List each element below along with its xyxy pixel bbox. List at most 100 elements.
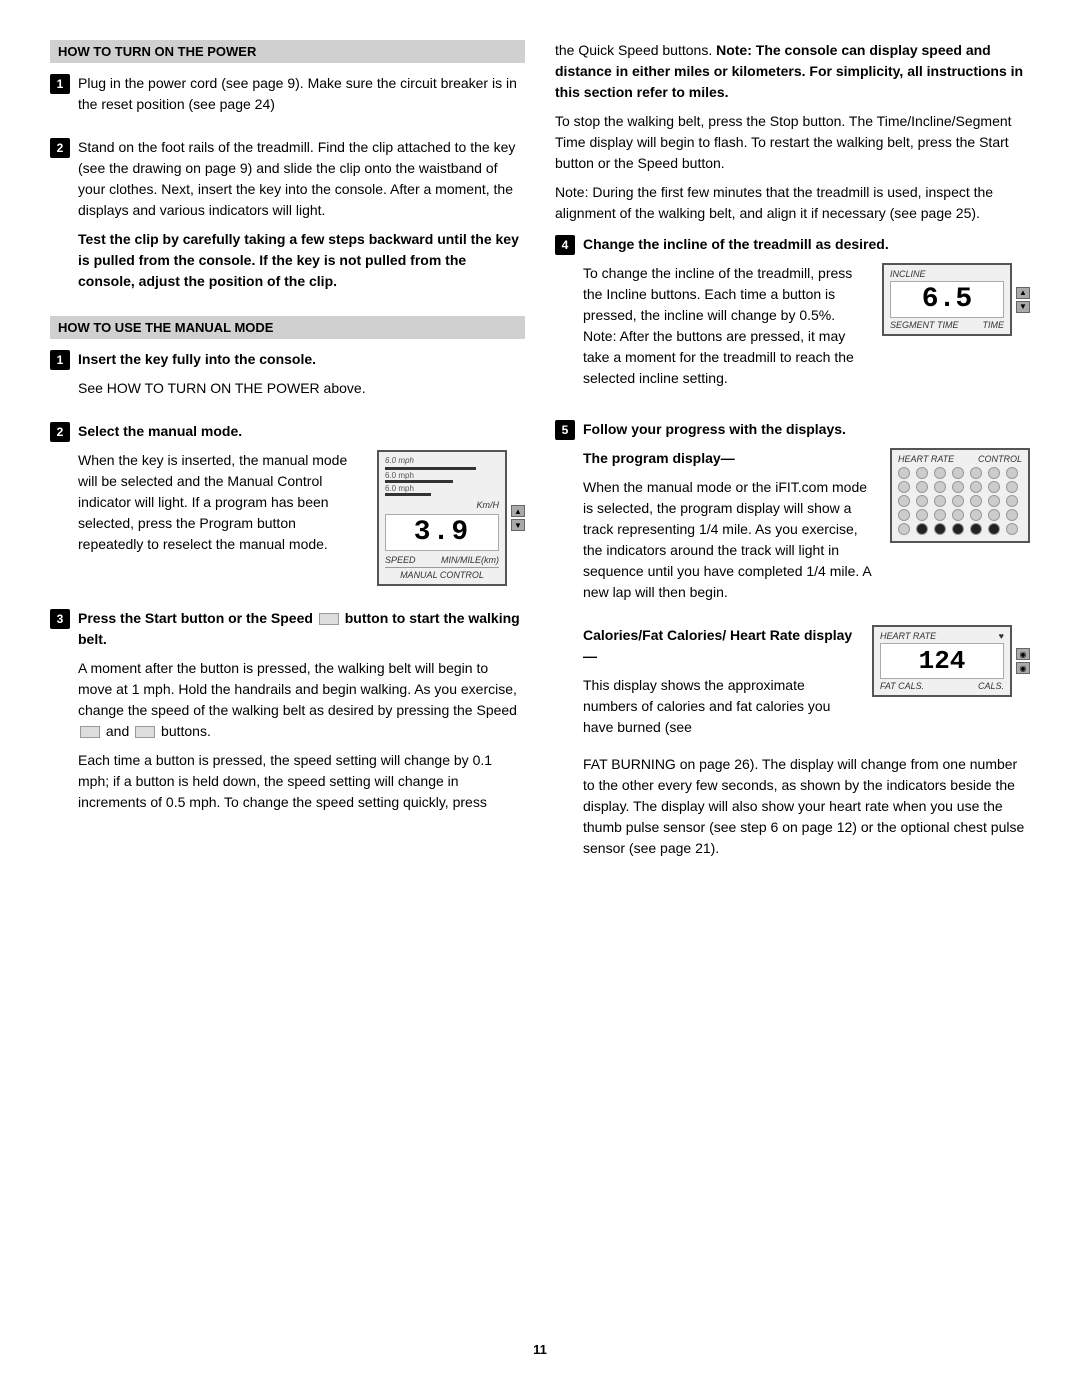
step-4-bold: Change the incline of the treadmill as d… [583,234,1030,255]
dot [916,523,928,535]
calories-display-section: Calories/Fat Calories/ Heart Rate displa… [583,625,1030,859]
dot [916,495,928,507]
speed-display-container: 6.0 mph 6.0 mph 6.0 mph Km/H [377,450,525,586]
dot [970,523,982,535]
dot [934,467,946,479]
hr-btn-1: ◉ [1016,648,1030,660]
step-power-2-content: Stand on the foot rails of the treadmill… [78,137,525,300]
step-manual-1-bold: Insert the key fully into the console. [78,349,525,370]
section-manual-header: HOW TO USE THE MANUAL MODE [50,316,525,339]
dot [970,495,982,507]
dot [898,523,910,535]
section-power: HOW TO TURN ON THE POWER 1 Plug in the p… [50,40,525,300]
speed-value: 3.9 [385,514,499,551]
speed-row-labels: 6.0 mph [385,456,499,465]
hr-btn-2: ◉ [1016,662,1030,674]
calories-text1: This display shows the approximate numbe… [583,675,858,738]
dot [898,481,910,493]
calories-text2: FAT BURNING on page 26). The display wil… [583,754,1030,859]
program-display-section: The program display— When the manual mod… [583,448,1030,611]
step-manual-3: 3 Press the Start button or the Speed bu… [50,608,525,821]
dot [952,523,964,535]
step-manual-num-3: 3 [50,609,70,629]
step-manual-1-text: See HOW TO TURN ON THE POWER above. [78,378,525,399]
dots-row-1 [898,467,1022,479]
dot [1006,495,1018,507]
program-diagram-container: The program display— When the manual mod… [583,448,1030,611]
step-power-1: 1 Plug in the power cord (see page 9). M… [50,73,525,123]
step-4-text: To change the incline of the treadmill, … [583,263,868,397]
dot [934,509,946,521]
hr-value: 124 [880,643,1004,679]
calories-text: Calories/Fat Calories/ Heart Rate displa… [583,625,858,746]
hr-bottom-labels: FAT CALS. CALS. [880,681,1004,691]
dot [952,467,964,479]
speed-bar-label-1: 6.0 mph [385,456,414,465]
dot [916,467,928,479]
step-num-2: 2 [50,138,70,158]
incline-top-label: INCLINE [890,269,1004,279]
dots-row-3 [898,495,1022,507]
program-display-box-container: HEART RATE CONTROL [890,448,1030,543]
calories-diagram-container: Calories/Fat Calories/ Heart Rate displa… [583,625,1030,746]
dot [988,509,1000,521]
speed-display-box: 6.0 mph 6.0 mph 6.0 mph Km/H [377,450,507,586]
step-manual-3-text1: A moment after the button is pressed, th… [78,658,525,742]
dot [952,481,964,493]
page-number: 11 [0,1342,1080,1357]
dot [916,509,928,521]
step-manual-2: 2 Select the manual mode. When the key i… [50,421,525,594]
dots-row-4 [898,509,1022,521]
hr-top-label: HEART RATE ♥ [880,631,1004,641]
hr-display-container: HEART RATE ♥ 124 FAT CALS. CALS. [872,625,1030,697]
step-power-2: 2 Stand on the foot rails of the treadmi… [50,137,525,300]
dot [970,481,982,493]
dot [898,509,910,521]
step-manual-2-bold: Select the manual mode. [78,421,525,442]
dot [1006,481,1018,493]
step-manual-num-2: 2 [50,422,70,442]
dot [898,495,910,507]
hr-label-left: FAT CALS. [880,681,924,691]
dot [934,523,946,535]
dot [934,495,946,507]
dot [970,467,982,479]
dot [916,481,928,493]
speed-bars: 6.0 mph 6.0 mph [385,467,499,496]
manual-control-label: MANUAL CONTROL [385,567,499,580]
program-display-box: HEART RATE CONTROL [890,448,1030,543]
dot [988,481,1000,493]
dot [988,495,1000,507]
speed-label-left: SPEED [385,555,416,565]
step-manual-2-diagram: When the key is inserted, the manual mod… [78,450,525,586]
incline-buttons: ▲ ▼ [1016,287,1030,313]
step-4-diagram: To change the incline of the treadmill, … [583,263,1030,397]
step-5-content: Follow your progress with the displays. … [583,419,1030,867]
speed-up-btn: ▲ [511,505,525,517]
hr-buttons: ◉ ◉ [1016,648,1030,674]
step-4-num: 4 [555,235,575,255]
hr-label-right: CALS. [978,681,1004,691]
incline-value: 6.5 [890,281,1004,318]
step-num-1: 1 [50,74,70,94]
speed-label-right: MIN/MILE(km) [441,555,499,565]
step-manual-3-content: Press the Start button or the Speed butt… [78,608,525,821]
dot [988,523,1000,535]
dot [952,495,964,507]
incline-down-btn: ▼ [1016,301,1030,313]
incline-bottom-labels: SEGMENT TIME TIME [890,320,1004,330]
incline-display-box: INCLINE 6.5 SEGMENT TIME TIME [882,263,1012,336]
step-4: 4 Change the incline of the treadmill as… [555,234,1030,405]
step-5-bold: Follow your progress with the displays. [583,419,1030,440]
right-intro-p2: To stop the walking belt, press the Stop… [555,111,1030,174]
hr-display-box: HEART RATE ♥ 124 FAT CALS. CALS. [872,625,1012,697]
speed-down-btn: ▼ [511,519,525,531]
program-display-text: When the manual mode or the iFIT.com mod… [583,477,876,603]
section-manual: HOW TO USE THE MANUAL MODE 1 Insert the … [50,316,525,821]
step-power-1-content: Plug in the power cord (see page 9). Mak… [78,73,525,123]
dots-row-2 [898,481,1022,493]
dots-rows [898,467,1022,535]
step-power-2-text1: Stand on the foot rails of the treadmill… [78,137,525,221]
dot [934,481,946,493]
prog-top-label: HEART RATE CONTROL [898,454,1022,464]
